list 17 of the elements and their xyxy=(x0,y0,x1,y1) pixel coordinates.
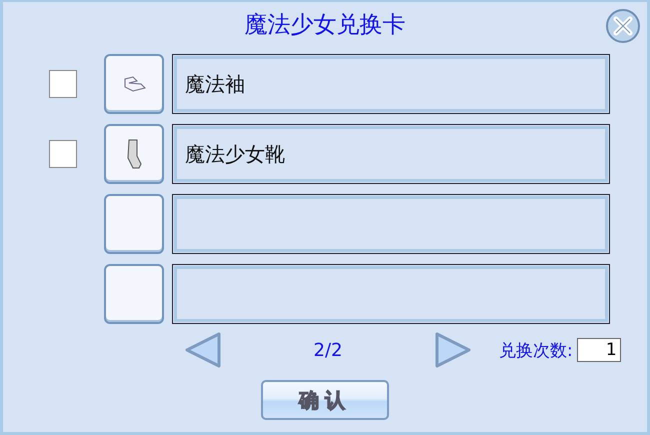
item-checkbox[interactable] xyxy=(49,140,77,168)
boot-icon xyxy=(125,138,143,170)
window-title: 魔法少女兑换卡 xyxy=(244,11,406,40)
item-name-field: 魔法袖 xyxy=(172,54,610,114)
item-slot[interactable] xyxy=(104,54,164,114)
confirm-button[interactable]: 确认 xyxy=(261,380,389,420)
item-slot[interactable] xyxy=(104,124,164,184)
item-checkbox[interactable] xyxy=(49,70,77,98)
next-page-button[interactable] xyxy=(433,331,473,369)
previous-page-button[interactable] xyxy=(183,331,223,369)
item-slot[interactable] xyxy=(104,264,164,324)
close-button[interactable] xyxy=(605,8,641,44)
item-name-field: 魔法少女靴 xyxy=(172,124,610,184)
count-label: 兑换次数: xyxy=(499,340,573,362)
page-indicator: 2/2 xyxy=(312,340,344,360)
item-slot[interactable] xyxy=(104,194,164,254)
count-field[interactable]: 1 xyxy=(576,338,621,362)
